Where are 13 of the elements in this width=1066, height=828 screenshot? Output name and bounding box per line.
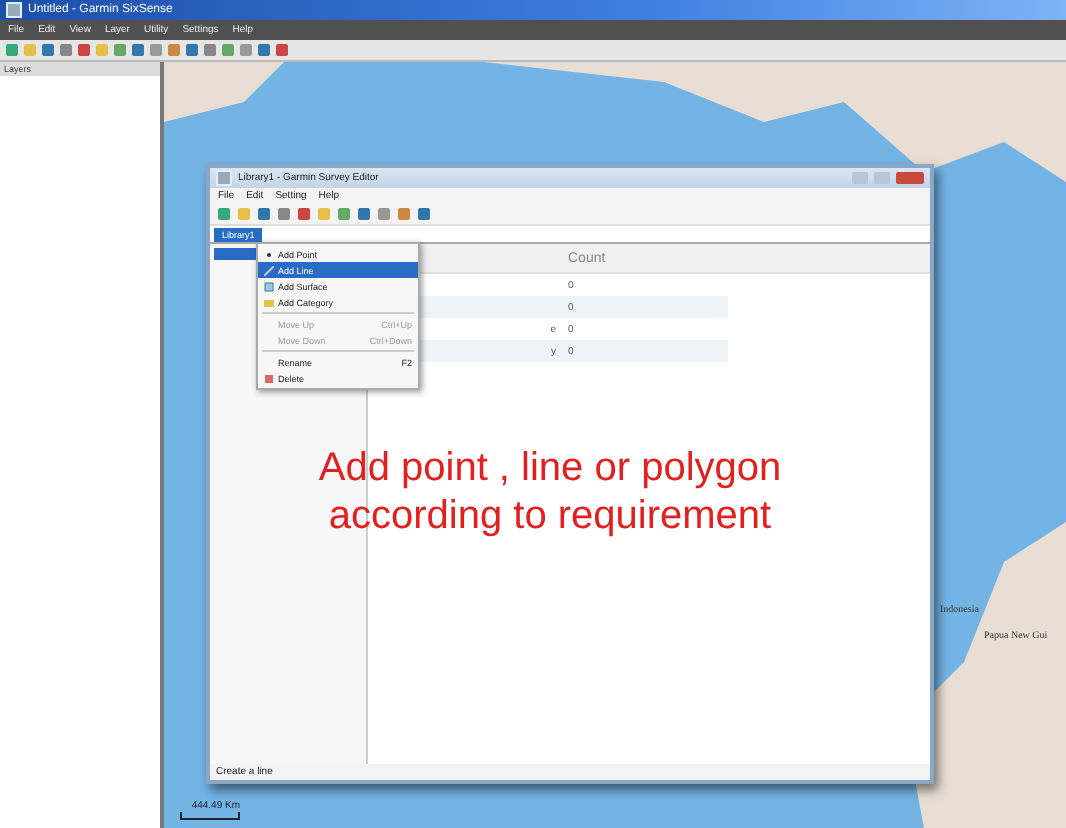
surface-icon	[264, 281, 274, 291]
annotation-text: Add point , line or polygon	[318, 444, 782, 492]
delete-icon	[264, 373, 274, 383]
app-icon	[216, 170, 232, 186]
scale-bar	[180, 812, 240, 820]
folder-icon	[264, 297, 274, 307]
dot-icon	[264, 249, 274, 259]
maximize-button[interactable]	[874, 172, 890, 184]
annotation-text: according to requirement	[328, 492, 772, 540]
app-icon	[6, 2, 22, 18]
line-icon	[264, 265, 274, 275]
close-button[interactable]	[896, 172, 924, 184]
minimize-button[interactable]	[852, 172, 868, 184]
